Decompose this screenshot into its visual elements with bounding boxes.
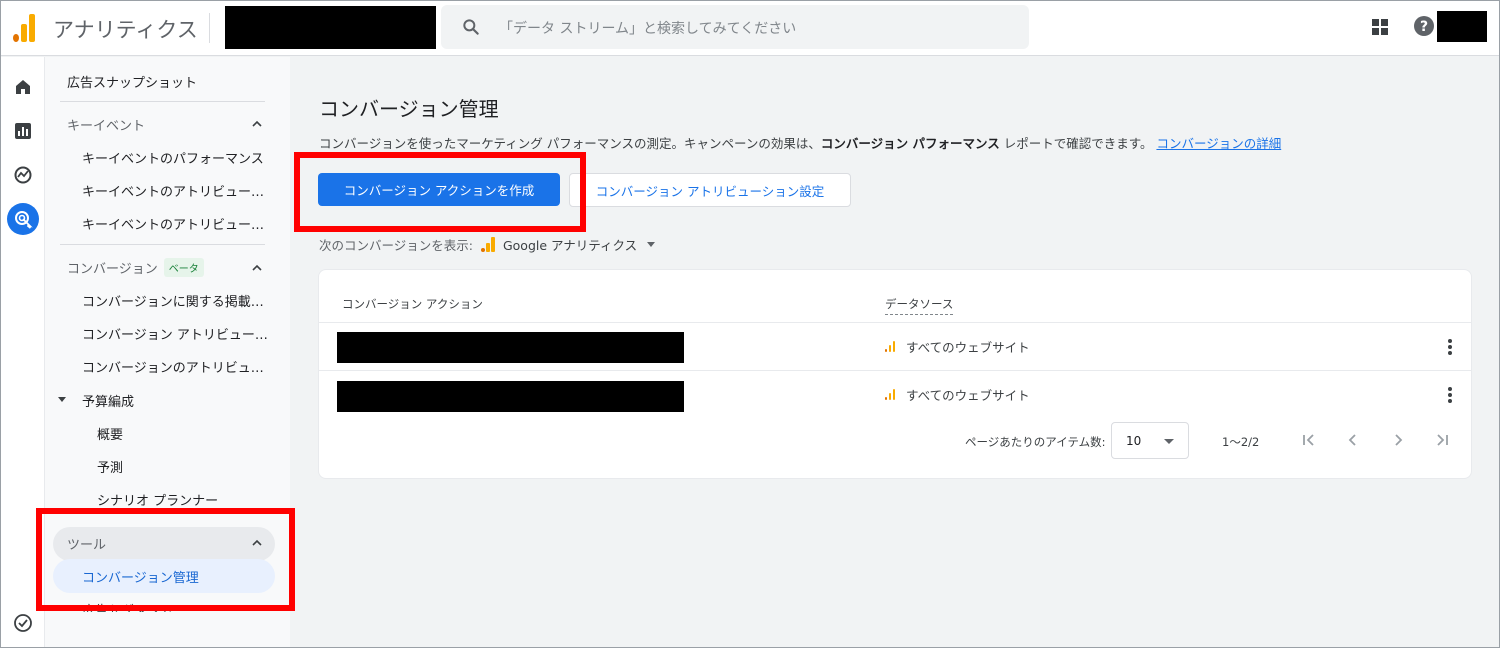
account-selector[interactable] xyxy=(225,6,436,49)
highlight-create-button xyxy=(294,152,586,232)
dropdown-arrow-icon xyxy=(647,242,656,247)
account-avatar[interactable] xyxy=(1437,11,1487,42)
table-row-source: すべてのウェブサイト xyxy=(885,337,1030,356)
items-per-page-value: 10 xyxy=(1126,434,1142,448)
desc-bold: コンバージョン パフォーマンス xyxy=(820,136,1000,151)
bar-chart-icon xyxy=(15,123,31,139)
top-bar: アナリティクス 「データ ストリーム」と検索してみてください ? xyxy=(1,1,1499,56)
rail-explore[interactable] xyxy=(7,159,39,191)
nav-item-conversions-1[interactable]: コンバージョン アトリビュー… xyxy=(82,324,268,343)
advertising-icon xyxy=(15,211,33,229)
check-circle-icon xyxy=(14,614,32,632)
table-row-source: すべてのウェブサイト xyxy=(885,385,1030,404)
home-icon xyxy=(16,80,30,94)
more-vert-icon[interactable] xyxy=(1447,338,1453,356)
pagination-range: 1〜2/2 xyxy=(1222,435,1260,449)
search-input[interactable]: 「データ ストリーム」と検索してみてください xyxy=(499,18,796,38)
nav-item-key-events-1[interactable]: キーイベントのアトリビュー… xyxy=(82,181,264,200)
dropdown-arrow-icon xyxy=(1164,439,1174,444)
items-per-page-select[interactable]: 10 xyxy=(1111,422,1189,459)
nav-item-key-events-0[interactable]: キーイベントのパフォーマンス xyxy=(82,148,264,167)
conversions-table: コンバージョン アクション データソース すべてのウェブサイト すべてのウェブサ… xyxy=(318,269,1472,479)
last-page-icon[interactable] xyxy=(1432,430,1452,450)
caret-down-icon[interactable] xyxy=(57,395,67,403)
nav-item-conversions-0[interactable]: コンバージョンに関する掲載… xyxy=(82,291,264,310)
desc-prefix: コンバージョンを使ったマーケティング パフォーマンスの測定。キャンペーンの効果は… xyxy=(319,136,821,151)
source-label: すべてのウェブサイト xyxy=(906,388,1030,403)
nav-section-key-events[interactable]: キーイベント xyxy=(67,115,145,134)
beta-badge: ベータ xyxy=(163,258,204,277)
desc-suffix: レポートで確認できます。 xyxy=(999,136,1153,151)
nav-divider xyxy=(60,101,265,102)
rail-admin[interactable] xyxy=(7,607,39,639)
chevron-up-icon[interactable] xyxy=(251,120,263,128)
search-bar[interactable]: 「データ ストリーム」と検索してみてください xyxy=(441,5,1029,49)
column-header-source[interactable]: データソース xyxy=(885,296,954,315)
first-page-icon[interactable] xyxy=(1299,430,1319,450)
row-divider xyxy=(319,322,1471,323)
app-title: アナリティクス xyxy=(53,18,198,42)
nav-divider xyxy=(60,244,265,245)
nav-item-key-events-2[interactable]: キーイベントのアトリビュー… xyxy=(82,214,264,233)
rail-home[interactable] xyxy=(7,71,39,103)
attribution-settings-button[interactable]: コンバージョン アトリビューション設定 xyxy=(569,173,851,207)
analytics-logo-icon xyxy=(885,341,897,352)
rail-reports[interactable] xyxy=(7,115,39,147)
nav-section-conversions[interactable]: コンバージョン ベータ xyxy=(67,258,204,277)
nav-ad-snapshot[interactable]: 広告スナップショット xyxy=(67,72,197,91)
more-vert-icon[interactable] xyxy=(1447,386,1453,404)
highlight-conversion-management xyxy=(36,508,295,611)
rail-advertising[interactable] xyxy=(7,203,39,235)
nav-item-budget-2[interactable]: シナリオ プランナー xyxy=(97,490,218,509)
nav-group-budget[interactable]: 予算編成 xyxy=(82,391,134,410)
page-description: コンバージョンを使ったマーケティング パフォーマンスの測定。キャンペーンの効果は… xyxy=(319,133,1281,152)
header-divider xyxy=(209,13,210,43)
prev-page-icon[interactable] xyxy=(1343,430,1363,450)
nav-item-budget-1[interactable]: 予測 xyxy=(97,457,123,476)
table-row-action-name[interactable] xyxy=(337,332,684,363)
search-icon xyxy=(463,19,479,35)
conversion-source-selector[interactable]: 次のコンバージョンを表示: Google アナリティクス xyxy=(319,235,656,254)
source-label: すべてのウェブサイト xyxy=(906,340,1030,355)
analytics-logo-icon xyxy=(885,389,897,400)
conversion-details-link[interactable]: コンバージョンの詳細 xyxy=(1156,136,1281,151)
show-value: Google アナリティクス xyxy=(502,238,638,253)
explore-icon xyxy=(14,166,32,184)
items-per-page-label: ページあたりのアイテム数: xyxy=(965,435,1106,449)
chevron-up-icon[interactable] xyxy=(251,264,263,272)
main-content: コンバージョン管理 コンバージョンを使ったマーケティング パフォーマンスの測定。… xyxy=(291,57,1499,647)
column-header-action[interactable]: コンバージョン アクション xyxy=(342,296,483,312)
nav-section-conversions-label: コンバージョン xyxy=(67,262,158,277)
help-icon[interactable]: ? xyxy=(1414,16,1434,36)
svg-text:?: ? xyxy=(1420,19,1428,35)
analytics-logo-icon[interactable] xyxy=(11,12,37,42)
nav-item-budget-0[interactable]: 概要 xyxy=(97,424,123,443)
apps-grid-icon[interactable] xyxy=(1371,18,1389,36)
nav-item-conversions-2[interactable]: コンバージョンのアトリビュ… xyxy=(82,357,264,376)
next-page-icon[interactable] xyxy=(1388,430,1408,450)
row-divider xyxy=(319,370,1471,371)
table-row-action-name[interactable] xyxy=(337,381,684,412)
show-label: 次のコンバージョンを表示: xyxy=(319,238,473,253)
analytics-logo-icon xyxy=(480,237,495,252)
page-title: コンバージョン管理 xyxy=(319,97,499,121)
